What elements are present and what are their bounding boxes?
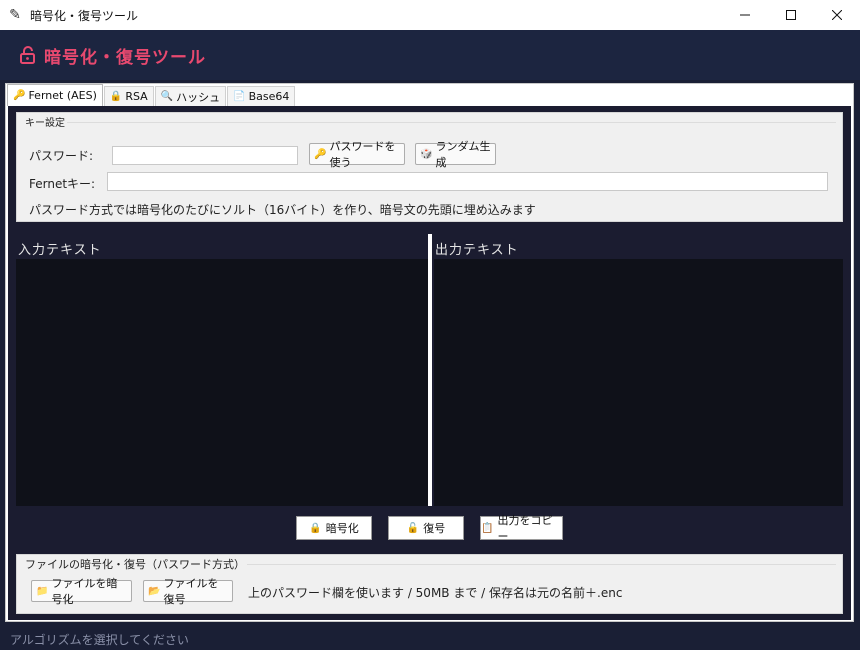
- copy-output-label: 出力をコピー: [497, 514, 553, 543]
- use-password-label: パスワードを使う: [329, 140, 396, 169]
- decrypt-button[interactable]: 🔓 復号: [388, 516, 464, 540]
- minimize-button[interactable]: [722, 0, 768, 30]
- maximize-button[interactable]: [768, 0, 814, 30]
- input-text-label: 入力テキスト: [18, 243, 102, 258]
- group-divider: [23, 122, 836, 123]
- key-icon: 🔑: [13, 90, 26, 101]
- maximize-icon: [786, 10, 796, 20]
- open-folder-icon: 📂: [148, 585, 161, 597]
- key-icon: 🔑: [314, 148, 327, 160]
- window-controls: [722, 0, 860, 30]
- output-textarea[interactable]: [434, 259, 843, 506]
- main-frame: 🔑 Fernet (AES) 🔒 RSA 🔍 ハッシュ 📄 Base64 キー設…: [5, 83, 854, 622]
- tab-hash[interactable]: 🔍 ハッシュ: [154, 86, 227, 106]
- encrypt-file-button[interactable]: 📁 ファイルを暗号化: [31, 577, 132, 606]
- key-settings-legend: キー設定: [23, 114, 67, 129]
- salt-note: パスワード方式では暗号化のたびにソルト（16バイト）を作り、暗号文の先頭に埋め込…: [29, 203, 536, 217]
- fernet-key-label: Fernetキー:: [29, 177, 96, 191]
- close-icon: [832, 10, 842, 20]
- lock-icon: 🔒: [109, 91, 123, 102]
- file-note: 上のパスワード欄を使います / 50MB まで / 保存名は元の名前＋.enc: [248, 586, 623, 600]
- window-title: 暗号化・復号ツール: [30, 8, 139, 23]
- dice-icon: 🎲: [420, 148, 433, 160]
- tab-fernet[interactable]: 🔑 Fernet (AES): [7, 84, 103, 106]
- random-generate-button[interactable]: 🎲 ランダム生成: [415, 140, 496, 169]
- folder-icon: 📁: [36, 585, 49, 597]
- file-section-legend: ファイルの暗号化・復号（パスワード方式）: [23, 556, 247, 572]
- password-input[interactable]: [112, 146, 298, 165]
- decrypt-file-label: ファイルを復号: [163, 577, 219, 606]
- status-bar: アルゴリズムを選択してください: [10, 633, 189, 647]
- key-settings-group: キー設定 パスワード: 🔑 パスワードを使う 🎲 ランダム生成 Fernetキー…: [16, 112, 843, 222]
- tab-label: RSA: [125, 90, 148, 103]
- app-header: 暗号化・復号ツール: [0, 30, 860, 80]
- tab-bar: 🔑 Fernet (AES) 🔒 RSA 🔍 ハッシュ 📄 Base64: [7, 84, 296, 106]
- encrypt-button[interactable]: 🔒 暗号化: [296, 516, 372, 540]
- search-icon: 🔍: [160, 91, 174, 102]
- app-title: 暗号化・復号ツール: [44, 47, 206, 68]
- decrypt-file-button[interactable]: 📂 ファイルを復号: [143, 577, 233, 606]
- use-password-button[interactable]: 🔑 パスワードを使う: [309, 140, 405, 169]
- copy-output-button[interactable]: 📋 出力をコピー: [480, 514, 563, 543]
- lock-icon: 🔒: [309, 522, 322, 534]
- pane-splitter[interactable]: [428, 234, 432, 506]
- tab-base64[interactable]: 📄 Base64: [227, 86, 296, 106]
- document-icon: 📄: [233, 91, 246, 102]
- unlock-icon: [20, 46, 35, 64]
- file-encryption-group: ファイルの暗号化・復号（パスワード方式） 📁 ファイルを暗号化 📂 ファイルを復…: [16, 554, 843, 614]
- encrypt-label: 暗号化: [325, 522, 359, 535]
- random-generate-label: ランダム生成: [435, 140, 491, 169]
- fernet-panel: キー設定 パスワード: 🔑 パスワードを使う 🎲 ランダム生成 Fernetキー…: [8, 106, 851, 620]
- input-textarea[interactable]: [16, 259, 428, 506]
- encrypt-file-label: ファイルを暗号化: [51, 577, 118, 606]
- title-bar: ✎ 暗号化・復号ツール: [0, 0, 860, 30]
- feather-icon: ✎: [9, 7, 21, 23]
- fernet-key-input[interactable]: [107, 172, 828, 191]
- output-text-label: 出力テキスト: [435, 243, 519, 258]
- tab-label: ハッシュ: [176, 90, 221, 104]
- tab-label: Fernet (AES): [28, 89, 97, 102]
- minimize-icon: [740, 14, 750, 16]
- close-button[interactable]: [814, 0, 860, 30]
- clipboard-icon: 📋: [481, 522, 494, 534]
- tab-label: Base64: [248, 90, 290, 103]
- unlock-icon: 🔓: [406, 522, 420, 534]
- password-label: パスワード:: [29, 149, 94, 163]
- tab-rsa[interactable]: 🔒 RSA: [103, 86, 154, 106]
- decrypt-label: 復号: [423, 522, 446, 535]
